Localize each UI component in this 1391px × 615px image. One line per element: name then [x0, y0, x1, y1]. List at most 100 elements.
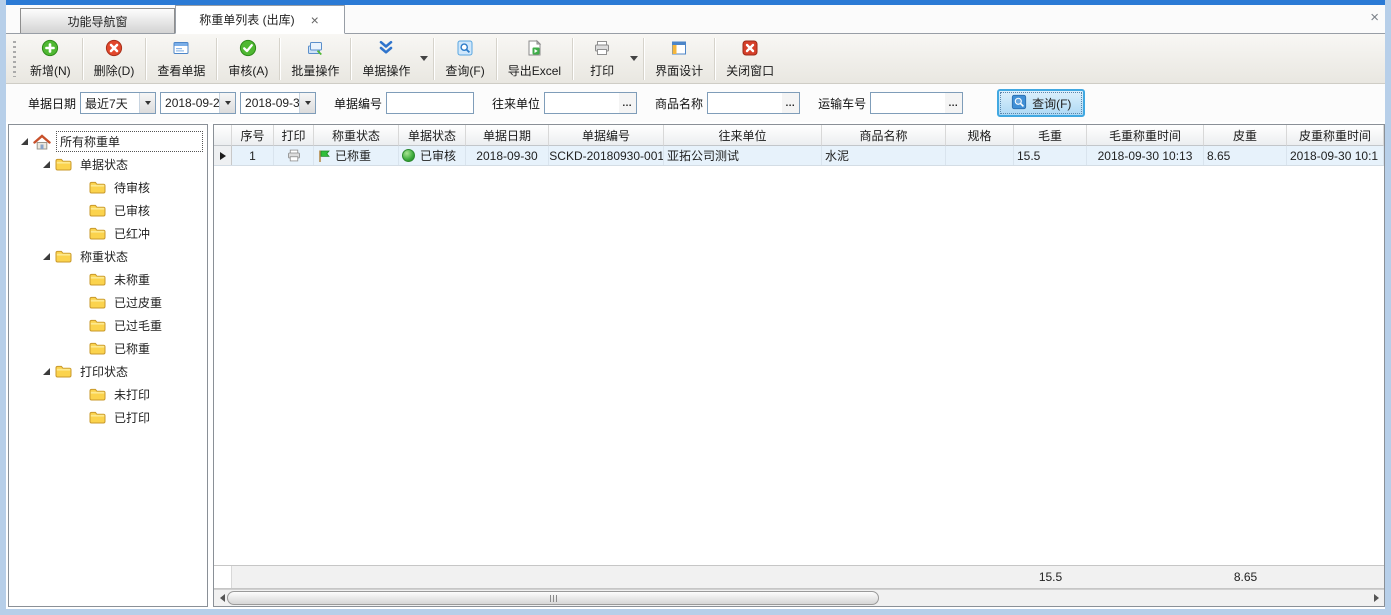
chevron-down-icon[interactable] [219, 93, 235, 113]
tree-item-weighed[interactable]: 已称重 [9, 337, 207, 360]
column-header-bill-no[interactable]: 单据编号 [549, 125, 664, 146]
table-row[interactable]: 1 已称重 已审核 2018-09-30 XSCKD-20180930-0019… [214, 146, 1384, 166]
column-header-bill-status[interactable]: 单据状态 [399, 125, 466, 146]
truck-ellipsis-button[interactable]: … [945, 93, 962, 113]
batch-ops-button[interactable]: 批量操作 [283, 36, 347, 82]
expand-icon[interactable] [21, 138, 28, 145]
tree-item-pending-audit[interactable]: 待审核 [9, 176, 207, 199]
expand-icon[interactable] [43, 368, 50, 375]
print-button[interactable]: 打印 [576, 36, 628, 82]
expand-icon[interactable] [43, 253, 50, 260]
tree-item-label[interactable]: 已审核 [111, 201, 153, 220]
print-dropdown-arrow[interactable] [628, 36, 640, 82]
tree-item-label[interactable]: 已称重 [111, 339, 153, 358]
tree-item-audited[interactable]: 已审核 [9, 199, 207, 222]
column-header-tare-time[interactable]: 皮重称重时间 [1287, 125, 1384, 146]
column-header-gross[interactable]: 毛重 [1014, 125, 1087, 146]
query-button[interactable]: 查询(F) [437, 36, 492, 82]
delete-label: 删除(D) [94, 62, 135, 79]
column-header-print[interactable]: 打印 [274, 125, 314, 146]
tree-root-label[interactable]: 所有称重单 [56, 131, 203, 152]
audit-label: 审核(A) [228, 62, 268, 79]
expand-icon[interactable] [43, 161, 50, 168]
summary-gross-total: 15.5 [1014, 570, 1087, 584]
partner-ellipsis-button[interactable]: … [619, 93, 636, 113]
chevron-down-icon[interactable] [299, 93, 315, 113]
close-window-icon [741, 39, 759, 60]
toolbar-separator [82, 38, 83, 80]
folder-icon [89, 319, 106, 332]
tab-nav-window[interactable]: 功能导航窗 [20, 8, 175, 33]
column-header-seq[interactable]: 序号 [232, 125, 274, 146]
product-ellipsis-button[interactable]: … [782, 93, 799, 113]
bill-no-input[interactable] [386, 92, 474, 114]
tree-item-label[interactable]: 已过毛重 [111, 316, 165, 335]
tree-root-all-weigh-bills[interactable]: 所有称重单 [9, 130, 207, 153]
row-indicator [214, 146, 232, 165]
tree-item-label[interactable]: 已红冲 [111, 224, 153, 243]
row-pointer-icon [220, 152, 226, 160]
folder-icon [89, 181, 106, 194]
tree-item-tare-done[interactable]: 已过皮重 [9, 291, 207, 314]
tab-weigh-list[interactable]: 称重单列表 (出库) × [175, 5, 345, 34]
tree-item-label[interactable]: 已过皮重 [111, 293, 165, 312]
tree-item-label[interactable]: 未称重 [111, 270, 153, 289]
bill-ops-button[interactable]: 单据操作 [354, 36, 418, 82]
product-label: 商品名称 [655, 95, 703, 112]
grid-empty-area [214, 166, 1384, 565]
column-header-product[interactable]: 商品名称 [822, 125, 946, 146]
tabstrip-close-icon[interactable]: × [1370, 10, 1379, 25]
export-excel-button[interactable]: 导出Excel [500, 36, 569, 82]
truck-input[interactable] [871, 93, 945, 113]
partner-input[interactable] [545, 93, 619, 113]
product-input[interactable] [708, 93, 782, 113]
tab-bar: 功能导航窗 称重单列表 (出库) × × [6, 5, 1385, 34]
date-to-combo[interactable]: 2018-09-30 [240, 92, 316, 114]
audit-button[interactable]: 审核(A) [220, 36, 276, 82]
scroll-right-arrow[interactable] [1368, 590, 1384, 606]
tree-group-weigh-status[interactable]: 称重状态 [9, 245, 207, 268]
tree-item-label[interactable]: 未打印 [111, 385, 153, 404]
folder-icon [89, 296, 106, 309]
column-header-spec[interactable]: 规格 [946, 125, 1014, 146]
tree-group-label[interactable]: 打印状态 [77, 362, 131, 381]
column-header-date[interactable]: 单据日期 [466, 125, 549, 146]
tree-item-gross-done[interactable]: 已过毛重 [9, 314, 207, 337]
chevron-down-icon[interactable] [139, 93, 155, 113]
tree-item-red-flushed[interactable]: 已红冲 [9, 222, 207, 245]
ui-design-button[interactable]: 界面设计 [647, 36, 711, 82]
close-window-button[interactable]: 关闭窗口 [718, 36, 782, 82]
column-header-tare[interactable]: 皮重 [1204, 125, 1287, 146]
column-header-gross-time[interactable]: 毛重称重时间 [1087, 125, 1204, 146]
tree-group-label[interactable]: 称重状态 [77, 247, 131, 266]
add-button[interactable]: 新增(N) [22, 36, 79, 82]
search-button[interactable]: 查询(F) [997, 89, 1085, 117]
delete-button[interactable]: 删除(D) [86, 36, 143, 82]
date-from-combo[interactable]: 2018-09-23 [160, 92, 236, 114]
tree-item-label[interactable]: 待审核 [111, 178, 153, 197]
tree-group-bill-status[interactable]: 单据状态 [9, 153, 207, 176]
tree-item-printed[interactable]: 已打印 [9, 406, 207, 429]
view-bill-button[interactable]: 查看单据 [149, 36, 213, 82]
tree-item-not-printed[interactable]: 未打印 [9, 383, 207, 406]
toolbar-grip[interactable] [13, 41, 16, 77]
printer-icon[interactable] [286, 148, 302, 163]
scrollbar-thumb[interactable] [227, 591, 879, 605]
product-field: … [707, 92, 800, 114]
cell-gross: 15.5 [1014, 146, 1087, 165]
tree-item-not-weighed[interactable]: 未称重 [9, 268, 207, 291]
column-header-weigh-status[interactable]: 称重状态 [314, 125, 399, 146]
add-label: 新增(N) [30, 62, 71, 79]
double-chevron-down-icon [377, 39, 395, 60]
tree-group-print-status[interactable]: 打印状态 [9, 360, 207, 383]
bill-ops-dropdown-arrow[interactable] [418, 36, 430, 82]
column-header-partner[interactable]: 往来单位 [664, 125, 822, 146]
tab-close-icon[interactable]: × [309, 13, 321, 27]
date-preset-combo[interactable]: 最近7天 [80, 92, 156, 114]
horizontal-scrollbar[interactable] [214, 589, 1384, 606]
tree-item-label[interactable]: 已打印 [111, 408, 153, 427]
tree-group-label[interactable]: 单据状态 [77, 155, 131, 174]
toolbar-separator [145, 38, 146, 80]
cell-print[interactable] [274, 146, 314, 165]
filter-bar: 单据日期 最近7天 2018-09-23 2018-09-30 单据编号 往来单… [6, 84, 1385, 122]
